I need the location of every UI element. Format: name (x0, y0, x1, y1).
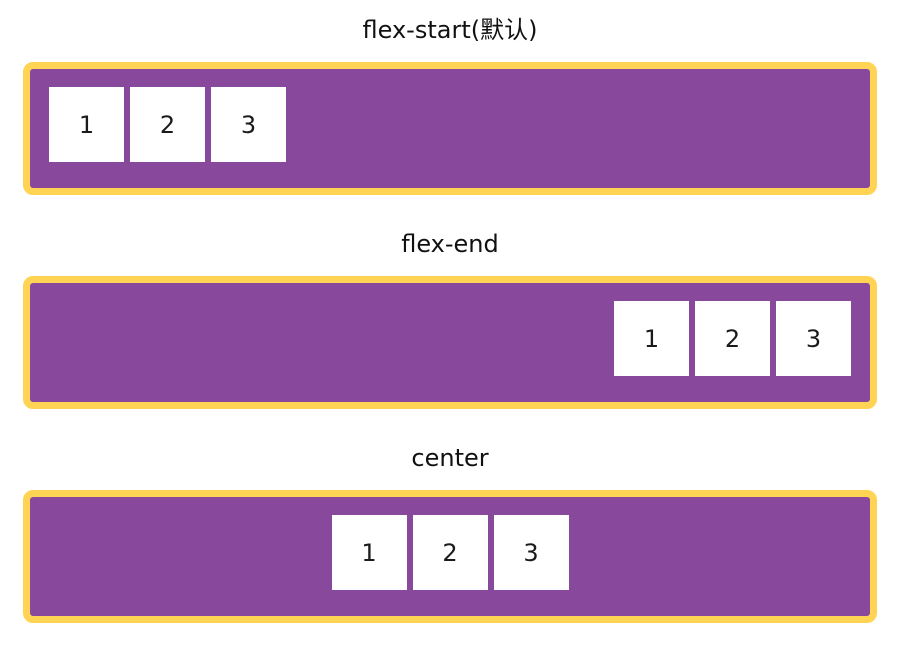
section-flex-start: flex-start(默认) 1 2 3 (23, 15, 877, 205)
flex-item-1: 1 (331, 515, 407, 590)
flex-item-3: 3 (776, 301, 851, 376)
flex-item-1: 1 (49, 87, 124, 162)
flex-item-2: 2 (412, 515, 488, 590)
flex-item-2: 2 (130, 87, 205, 162)
flex-item-3: 3 (493, 515, 569, 590)
flex-item-2: 2 (695, 301, 770, 376)
section-flex-end: flex-end 1 2 3 (23, 229, 877, 419)
flex-container-center: 1 2 3 (23, 490, 877, 623)
section-center: center 1 2 3 (23, 443, 877, 633)
section-title-center: center (411, 444, 489, 472)
flex-container-flex-end: 1 2 3 (23, 276, 877, 409)
section-title-flex-start: flex-start(默认) (362, 16, 538, 44)
flex-item-3: 3 (211, 87, 286, 162)
section-title-flex-end: flex-end (401, 230, 499, 258)
flex-container-flex-start: 1 2 3 (23, 62, 877, 195)
flex-item-1: 1 (614, 301, 689, 376)
